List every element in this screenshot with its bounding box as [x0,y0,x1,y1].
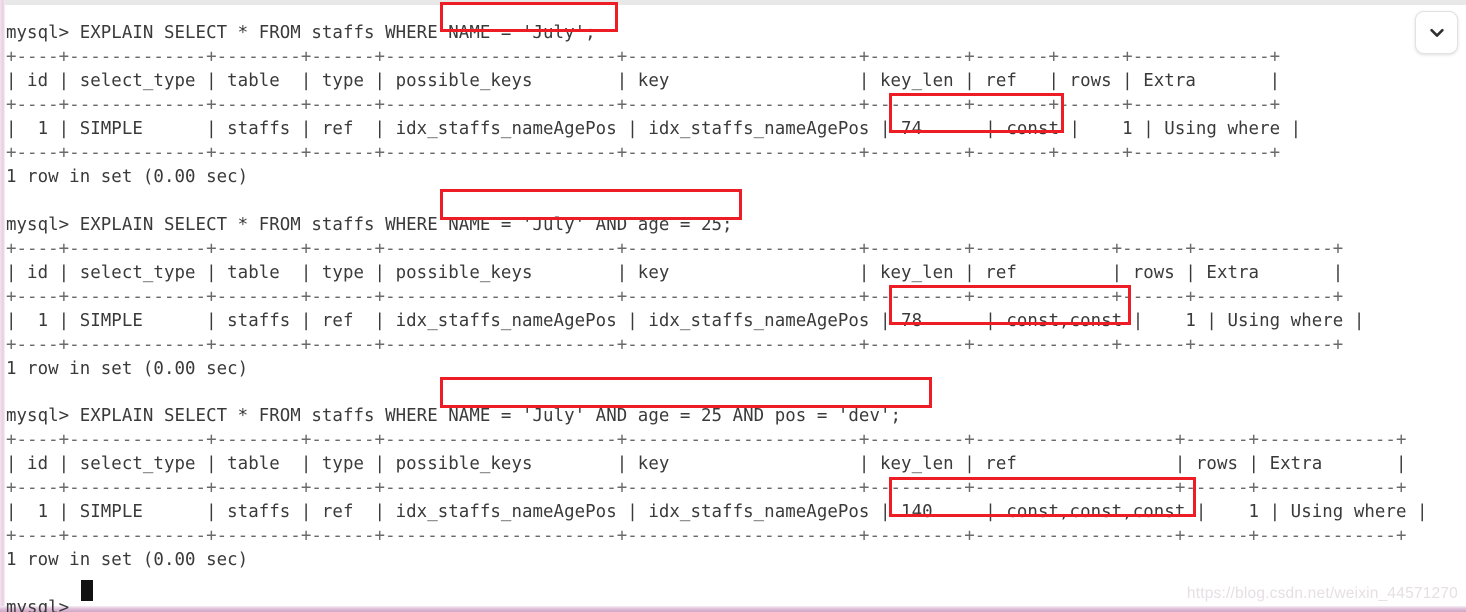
terminal-line-rule-1: +----+-------------+--------+------+----… [6,47,1281,68]
terminal-line-row-12: | 1 | SIMPLE | staffs | ref | idx_staffs… [6,310,1365,331]
terminal-line-rule-19: +----+-------------+--------+------+----… [6,478,1407,499]
terminal-line-command-8: mysql> EXPLAIN SELECT * FROM staffs WHER… [6,214,733,235]
terminal-line-status-14: 1 row in set (0.00 sec) [6,358,249,379]
terminal-screenshot: mysql> EXPLAIN SELECT * FROM staffs WHER… [0,0,1466,612]
terminal-line-rule-9: +----+-------------+--------+------+----… [6,238,1344,259]
terminal-line-header-2: | id | select_type | table | type | poss… [6,71,1281,92]
terminal-output[interactable]: mysql> EXPLAIN SELECT * FROM staffs WHER… [6,22,1462,612]
terminal-line-row-4: | 1 | SIMPLE | staffs | ref | idx_staffs… [6,119,1302,140]
terminal-line-rule-3: +----+-------------+--------+------+----… [6,95,1281,116]
window-left-border [0,0,5,612]
window-top-border [0,0,1466,5]
chevron-down-icon [1427,23,1447,43]
watermark-text: https://blog.csdn.net/weixin_44571270 [1186,585,1458,602]
terminal-line-rule-5: +----+-------------+--------+------+----… [6,143,1281,164]
collapse-chevron-button[interactable] [1415,11,1458,54]
terminal-line-blank-15 [6,381,1462,405]
terminal-line-row-20: | 1 | SIMPLE | staffs | ref | idx_staffs… [6,502,1428,523]
terminal-line-rule-21: +----+-------------+--------+------+----… [6,526,1407,547]
terminal-line-status-22: 1 row in set (0.00 sec) [6,550,249,571]
terminal-line-header-18: | id | select_type | table | type | poss… [6,454,1407,475]
terminal-line-status-6: 1 row in set (0.00 sec) [6,167,249,188]
terminal-cursor [81,580,93,601]
terminal-line-rule-17: +----+-------------+--------+------+----… [6,430,1407,451]
terminal-line-command-16: mysql> EXPLAIN SELECT * FROM staffs WHER… [6,406,902,427]
terminal-line-command-0: mysql> EXPLAIN SELECT * FROM staffs WHER… [6,23,596,44]
terminal-line-rule-11: +----+-------------+--------+------+----… [6,286,1344,307]
terminal-line-header-10: | id | select_type | table | type | poss… [6,262,1344,283]
terminal-line-blank-7 [6,190,1462,214]
terminal-line-rule-13: +----+-------------+--------+------+----… [6,334,1344,355]
